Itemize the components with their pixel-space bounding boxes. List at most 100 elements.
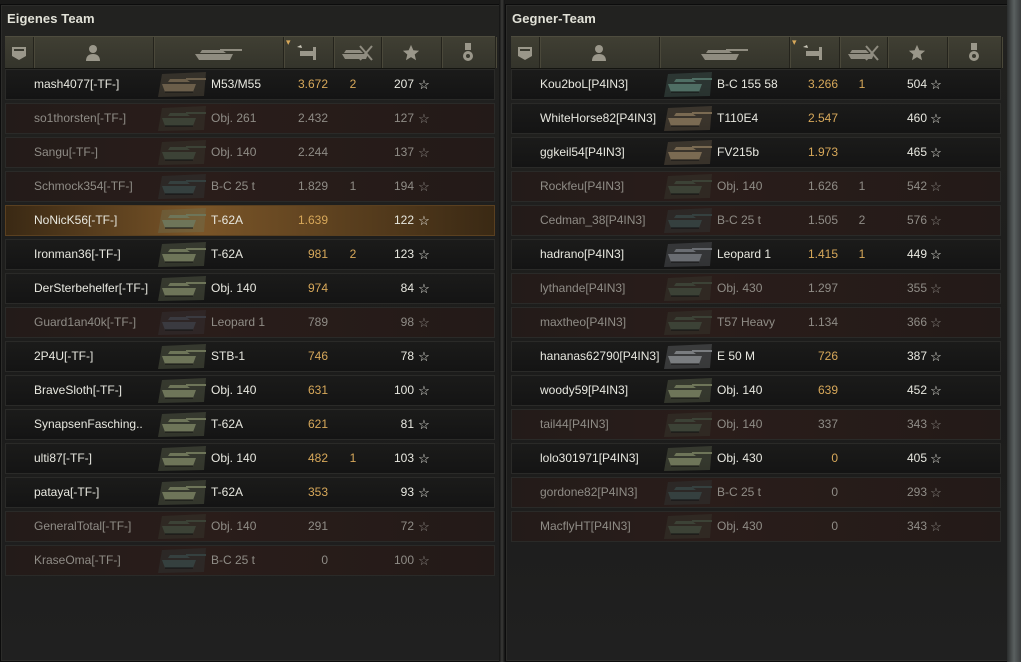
kills-value [346, 274, 360, 303]
enemy-player-row[interactable]: lolo301971[P4IN3] Obj. 430 0 405 ☆ [511, 443, 1001, 474]
damage-value: 0 [321, 553, 328, 567]
sort-damage-column[interactable]: ▾ [283, 37, 334, 68]
score-star-icon: ☆ [418, 519, 430, 534]
player-name: Kou2boL[P4IN3] [540, 77, 629, 91]
kills-value [855, 274, 869, 303]
own-player-row[interactable]: BraveSloth[-TF-] Obj. 140 631 100 ☆ [5, 375, 495, 406]
sort-squad-column[interactable] [5, 37, 34, 68]
own-player-row[interactable]: DerSterbehelfer[-TF-] Obj. 140 974 84 ☆ [5, 273, 495, 304]
sort-player-column[interactable] [539, 37, 660, 68]
kills-value: 2 [349, 247, 357, 261]
kills-value [855, 308, 869, 337]
kills-value [855, 410, 869, 439]
enemy-player-row[interactable]: maxtheo[P4IN3] T57 Heavy 1.134 366 ☆ [511, 307, 1001, 338]
enemy-player-row[interactable]: woody59[P4IN3] Obj. 140 639 452 ☆ [511, 375, 1001, 406]
score-icon [908, 44, 926, 62]
sort-damage-column[interactable]: ▾ [789, 37, 840, 68]
sort-arrow-icon: ▾ [286, 37, 291, 47]
tank-icon [156, 172, 212, 201]
tank-name: Leopard 1 [717, 247, 772, 261]
own-player-row[interactable]: GeneralTotal[-TF-] Obj. 140 291 72 ☆ [5, 511, 495, 542]
tank-icon [156, 546, 212, 575]
tank-name: Obj. 140 [717, 383, 763, 397]
kills-value [855, 342, 869, 371]
score-value: 100 [393, 383, 414, 397]
enemy-player-row[interactable]: tail44[P4IN3] Obj. 140 337 343 ☆ [511, 409, 1001, 440]
score-value: 72 [400, 519, 414, 533]
score-star-icon: ☆ [930, 417, 942, 432]
tank-name: Obj. 430 [717, 451, 763, 465]
enemy-player-row[interactable]: WhiteHorse82[P4IN3] T110E4 2.547 460 ☆ [511, 103, 1001, 134]
tank-name: Obj. 140 [211, 451, 257, 465]
own-player-row[interactable]: SynapsenFasching.. T-62A 621 81 ☆ [5, 409, 495, 440]
player-name: Guard1an40k[-TF-] [34, 315, 137, 329]
score-value: 343 [906, 519, 927, 533]
sort-score-column[interactable] [887, 37, 948, 68]
score-star-icon: ☆ [930, 519, 942, 534]
own-player-row[interactable]: so1thorsten[-TF-] Obj. 261 2.432 127 ☆ [5, 103, 495, 134]
enemy-player-row[interactable]: lythande[P4IN3] Obj. 430 1.297 355 ☆ [511, 273, 1001, 304]
own-player-row[interactable]: mash4077[-TF-] M53/M55 3.672 2 207 ☆ [5, 69, 495, 100]
score-star-icon: ☆ [418, 349, 430, 364]
score-star-icon: ☆ [930, 485, 942, 500]
sort-tank-column[interactable] [659, 37, 790, 68]
player-name: WhiteHorse82[P4IN3] [540, 111, 657, 125]
tank-icon [156, 342, 212, 371]
own-team-list: mash4077[-TF-] M53/M55 3.672 2 207 ☆ so1thorst… [5, 69, 495, 579]
sort-kills-column[interactable] [839, 37, 888, 68]
sort-score-column[interactable] [381, 37, 442, 68]
damage-value: 621 [307, 417, 328, 431]
score-value: 103 [393, 451, 414, 465]
tank-name: T-62A [211, 485, 244, 499]
own-player-row[interactable]: 2P4U[-TF-] STB-1 746 78 ☆ [5, 341, 495, 372]
medal-icon [461, 42, 475, 63]
sort-squad-column[interactable] [511, 37, 540, 68]
damage-value: 746 [307, 349, 328, 363]
own-player-row[interactable]: ulti87[-TF-] Obj. 140 482 1 103 ☆ [5, 443, 495, 474]
own-player-row[interactable]: Schmock354[-TF-] B-C 25 t 1.829 1 194 ☆ [5, 171, 495, 202]
kills-value [346, 546, 360, 575]
player-name: lolo301971[P4IN3] [540, 451, 639, 465]
kills-value [346, 308, 360, 337]
enemy-player-row[interactable]: Kou2boL[P4IN3] B-C 155 58 3.266 1 504 ☆ [511, 69, 1001, 100]
score-value: 449 [906, 247, 927, 261]
sort-tank-column[interactable] [153, 37, 284, 68]
enemy-player-row[interactable]: gordone82[P4IN3] B-C 25 t 0 293 ☆ [511, 477, 1001, 508]
own-player-row[interactable]: NoNicK56[-TF-] T-62A 1.639 122 ☆ [5, 205, 495, 236]
kills-value [855, 512, 869, 541]
enemy-player-row[interactable]: hananas62790[P4IN3] E 50 M 726 387 ☆ [511, 341, 1001, 372]
enemy-player-row[interactable]: ggkeil54[P4IN3] FV215b 1.973 465 ☆ [511, 137, 1001, 168]
own-player-row[interactable]: Sangu[-TF-] Obj. 140 2.244 137 ☆ [5, 137, 495, 168]
kills-value [346, 138, 360, 167]
enemy-player-row[interactable]: hadrano[P4IN3] Leopard 1 1.415 1 449 ☆ [511, 239, 1001, 270]
score-value: 293 [906, 485, 927, 499]
sort-kills-column[interactable] [333, 37, 382, 68]
tank-name: T-62A [211, 213, 244, 227]
score-icon [402, 44, 420, 62]
tank-icon [662, 342, 718, 371]
tank-icon [662, 138, 718, 167]
enemy-player-row[interactable]: Cedman_38[P4IN3] B-C 25 t 1.505 2 576 ☆ [511, 205, 1001, 236]
damage-value: 3.266 [807, 77, 838, 91]
kills-icon [846, 44, 880, 62]
kills-value [346, 104, 360, 133]
tank-icon [662, 478, 718, 507]
damage-value: 2.244 [297, 145, 328, 159]
enemy-player-row[interactable]: MacflyHT[P4IN3] Obj. 430 0 343 ☆ [511, 511, 1001, 542]
tank-icon [662, 274, 718, 303]
score-value: 194 [393, 179, 414, 193]
sort-medal-column[interactable] [947, 37, 1002, 68]
own-player-row[interactable]: pataya[-TF-] T-62A 353 93 ☆ [5, 477, 495, 508]
enemy-player-row[interactable]: Rockfeu[P4IN3] Obj. 140 1.626 1 542 ☆ [511, 171, 1001, 202]
own-player-row[interactable]: KraseOma[-TF-] B-C 25 t 0 100 ☆ [5, 545, 495, 576]
score-star-icon: ☆ [418, 417, 430, 432]
damage-value: 1.297 [807, 281, 838, 295]
tank-name: E 50 M [717, 349, 756, 363]
tank-icon [156, 274, 212, 303]
own-player-row[interactable]: Ironman36[-TF-] T-62A 981 2 123 ☆ [5, 239, 495, 270]
sort-player-column[interactable] [33, 37, 154, 68]
own-player-row[interactable]: Guard1an40k[-TF-] Leopard 1 789 98 ☆ [5, 307, 495, 338]
sort-medal-column[interactable] [441, 37, 496, 68]
score-value: 84 [400, 281, 414, 295]
kills-value [855, 444, 869, 473]
